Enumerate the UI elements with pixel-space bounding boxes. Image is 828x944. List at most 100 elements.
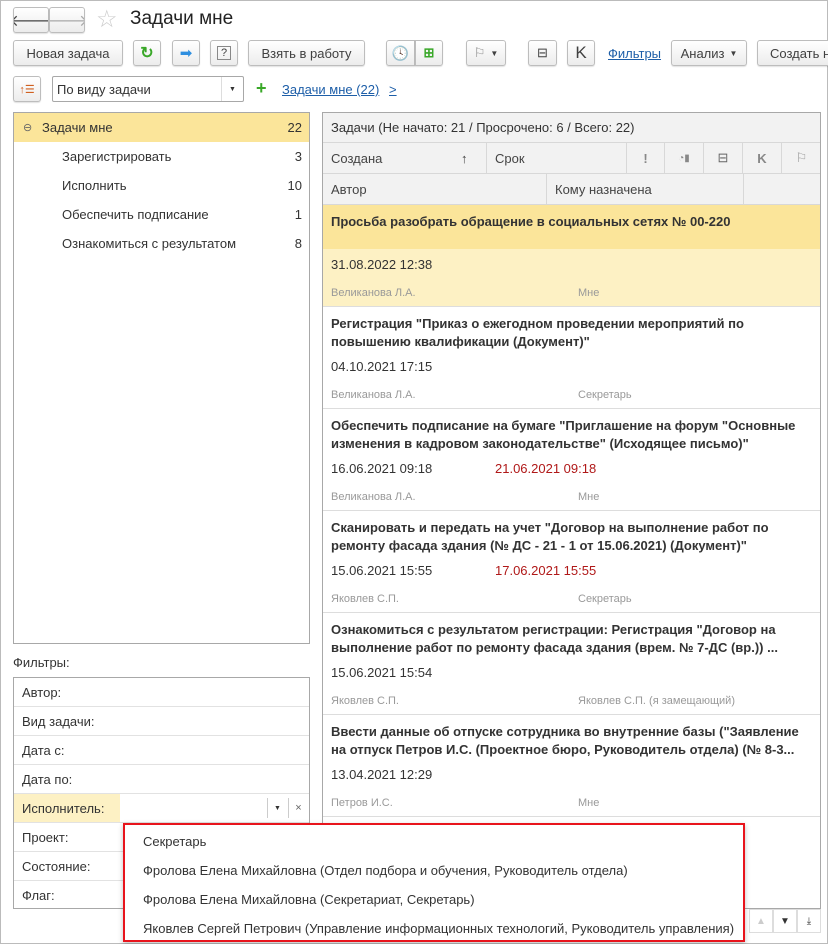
column-label: Срок (495, 150, 525, 166)
flag-menu-button[interactable]: ⚐ ▼ (466, 40, 506, 66)
forward-task-button[interactable]: ➡ (172, 40, 200, 66)
filter-date-to[interactable]: Дата по: (14, 765, 309, 794)
k-button[interactable]: K (567, 40, 595, 66)
task-assignee: Секретарь (578, 389, 632, 401)
filter-executor[interactable]: Исполнитель: ▼ × (14, 794, 309, 823)
dropdown-item[interactable]: Фролова Елена Михайловна (Отдел подбора … (143, 856, 628, 885)
filter-label: Проект: (22, 829, 69, 845)
analysis-label: Анализ (680, 45, 725, 61)
tasks-list: Задачи (Не начато: 21 / Просрочено: 6 / … (322, 112, 821, 909)
column-label: Кому назначена (555, 181, 652, 197)
task-row[interactable]: Ознакомиться с результатом регистрации: … (323, 613, 820, 715)
tree-item-count: 22 (287, 120, 302, 135)
task-created: 15.06.2021 15:54 (331, 665, 433, 680)
dropdown-item[interactable]: Секретарь (143, 827, 206, 856)
clear-icon[interactable]: × (288, 798, 308, 818)
plus-icon[interactable]: + (256, 78, 267, 99)
favorite-star-icon[interactable]: ☆ (96, 5, 118, 34)
task-type-tree: ⊖ Задачи мне 22 Зарегистрировать 3 Исполн… (13, 112, 310, 644)
task-created: 13.04.2021 12:29 (331, 767, 433, 782)
chevron-down-icon: ▼ (729, 48, 738, 58)
tree-item-count: 8 (294, 236, 302, 251)
tree-item-label: Зарегистрировать (62, 149, 172, 164)
task-row[interactable]: Обеспечить подписание на бумаге "Приглаш… (323, 409, 820, 511)
tree-item[interactable]: Зарегистрировать 3 (14, 142, 309, 171)
flag-icon: ⚐ (795, 150, 808, 165)
tree-item-label: Задачи мне (42, 120, 113, 135)
column-label: Автор (331, 181, 367, 197)
task-row[interactable]: Сканировать и передать на учет "Договор … (323, 511, 820, 613)
filter-label: Состояние: (22, 858, 91, 874)
take-to-work-button[interactable]: Взять в работу (248, 40, 365, 66)
breadcrumb-next[interactable]: > (389, 82, 397, 97)
task-author: Яковлев С.П. (331, 695, 399, 707)
column-assignee[interactable]: Кому назначена (547, 174, 744, 205)
chevron-down-icon[interactable]: ▼ (221, 77, 243, 101)
filter-date-from[interactable]: Дата с: (14, 736, 309, 765)
task-row[interactable]: Регистрация "Приказ о ежегодном проведен… (323, 307, 820, 409)
tree-item-label: Ознакомиться с результатом (62, 236, 237, 251)
create-based-on-button[interactable]: Создать на основании (757, 40, 828, 66)
column-flag[interactable]: ⚐ (782, 143, 820, 174)
refresh-button[interactable]: ↻ (133, 40, 161, 66)
column-created[interactable]: Создана ↑ (323, 143, 487, 174)
filters-title: Фильтры: (13, 655, 70, 670)
task-author: Яковлев С.П. (331, 593, 399, 605)
question-icon: ? (216, 46, 232, 60)
task-due-overdue: 17.06.2021 15:55 (495, 563, 597, 578)
breadcrumb-link[interactable]: Задачи мне (22) (282, 82, 379, 97)
tree-item[interactable]: Ознакомиться с результатом 8 (14, 229, 309, 258)
arrow-right-icon: 🡒 (50, 10, 84, 31)
hierarchy-button[interactable]: ⊟ (528, 40, 557, 66)
chevron-down-icon[interactable]: ▼ (267, 798, 287, 818)
k-icon: K (757, 150, 767, 166)
tree-item[interactable]: Исполнить 10 (14, 171, 309, 200)
scroll-end-icon[interactable]: ⤓ (797, 909, 821, 933)
scroll-up-icon[interactable]: ▲ (749, 909, 773, 933)
task-title: Сканировать и передать на учет "Договор … (331, 520, 769, 553)
column-hierarchy[interactable]: ⊟ (704, 143, 743, 174)
scroll-down-icon[interactable]: ▼ (773, 909, 797, 933)
page-title: Задачи мне (130, 8, 234, 29)
forward-button[interactable]: 🡒 (49, 7, 85, 33)
grouping-select[interactable]: По виду задачи ▼ (52, 76, 244, 102)
tree-icon: ⊟ (537, 45, 548, 60)
filter-label: Исполнитель: (14, 794, 120, 822)
task-due-overdue: 21.06.2021 09:18 (495, 461, 597, 476)
column-author[interactable]: Автор (323, 174, 547, 205)
back-button[interactable]: 🡐 (13, 7, 49, 33)
clock-icon: 🕓 (391, 44, 410, 61)
filters-link[interactable]: Фильтры (608, 46, 661, 61)
tree-item[interactable]: Обеспечить подписание 1 (14, 200, 309, 229)
blue-arrow-icon: ➡ (179, 45, 193, 62)
scroll-controls: ▲ ▼ ⤓ (749, 909, 821, 933)
task-assignee: Мне (578, 797, 600, 809)
task-author: Великанова Л.А. (331, 287, 416, 299)
analysis-button[interactable]: Анализ ▼ (671, 40, 747, 66)
task-created: 31.08.2022 12:38 (331, 257, 433, 272)
collapse-icon[interactable]: ⊖ (23, 121, 32, 134)
filter-task-type[interactable]: Вид задачи: (14, 707, 309, 736)
filter-author[interactable]: Автор: (14, 678, 309, 707)
dropdown-item[interactable]: Фролова Елена Михайловна (Секретариат, С… (143, 885, 475, 914)
dropdown-item[interactable]: Яковлев Сергей Петрович (Управление инфо… (143, 914, 734, 943)
deadline-button[interactable]: 🕓 (386, 40, 415, 66)
help-button[interactable]: ? (210, 40, 238, 66)
column-k[interactable]: K (743, 143, 782, 174)
task-title: Обеспечить подписание на бумаге "Приглаш… (331, 418, 796, 451)
new-task-button[interactable]: Новая задача (13, 40, 123, 66)
column-due[interactable]: Срок (487, 143, 627, 174)
tree-item-all[interactable]: ⊖ Задачи мне 22 (14, 113, 309, 142)
task-row[interactable]: Просьба разобрать обращение в социальных… (323, 205, 820, 307)
add-subtask-button[interactable]: ⊞ (415, 40, 443, 66)
task-row[interactable]: Ввести данные об отпуске сотрудника во в… (323, 715, 820, 817)
plus-grid-icon: ⊞ (423, 45, 435, 60)
column-status[interactable]: ◔▮ (665, 143, 704, 174)
sort-button[interactable]: ↑☰ (13, 76, 41, 102)
filter-label: Дата с: (22, 742, 65, 758)
tree-item-count: 3 (294, 149, 302, 164)
task-rows: Просьба разобрать обращение в социальных… (323, 205, 820, 817)
column-important[interactable]: ! (627, 143, 665, 174)
task-assignee: Мне (578, 491, 600, 503)
tree-item-count: 1 (294, 207, 302, 222)
